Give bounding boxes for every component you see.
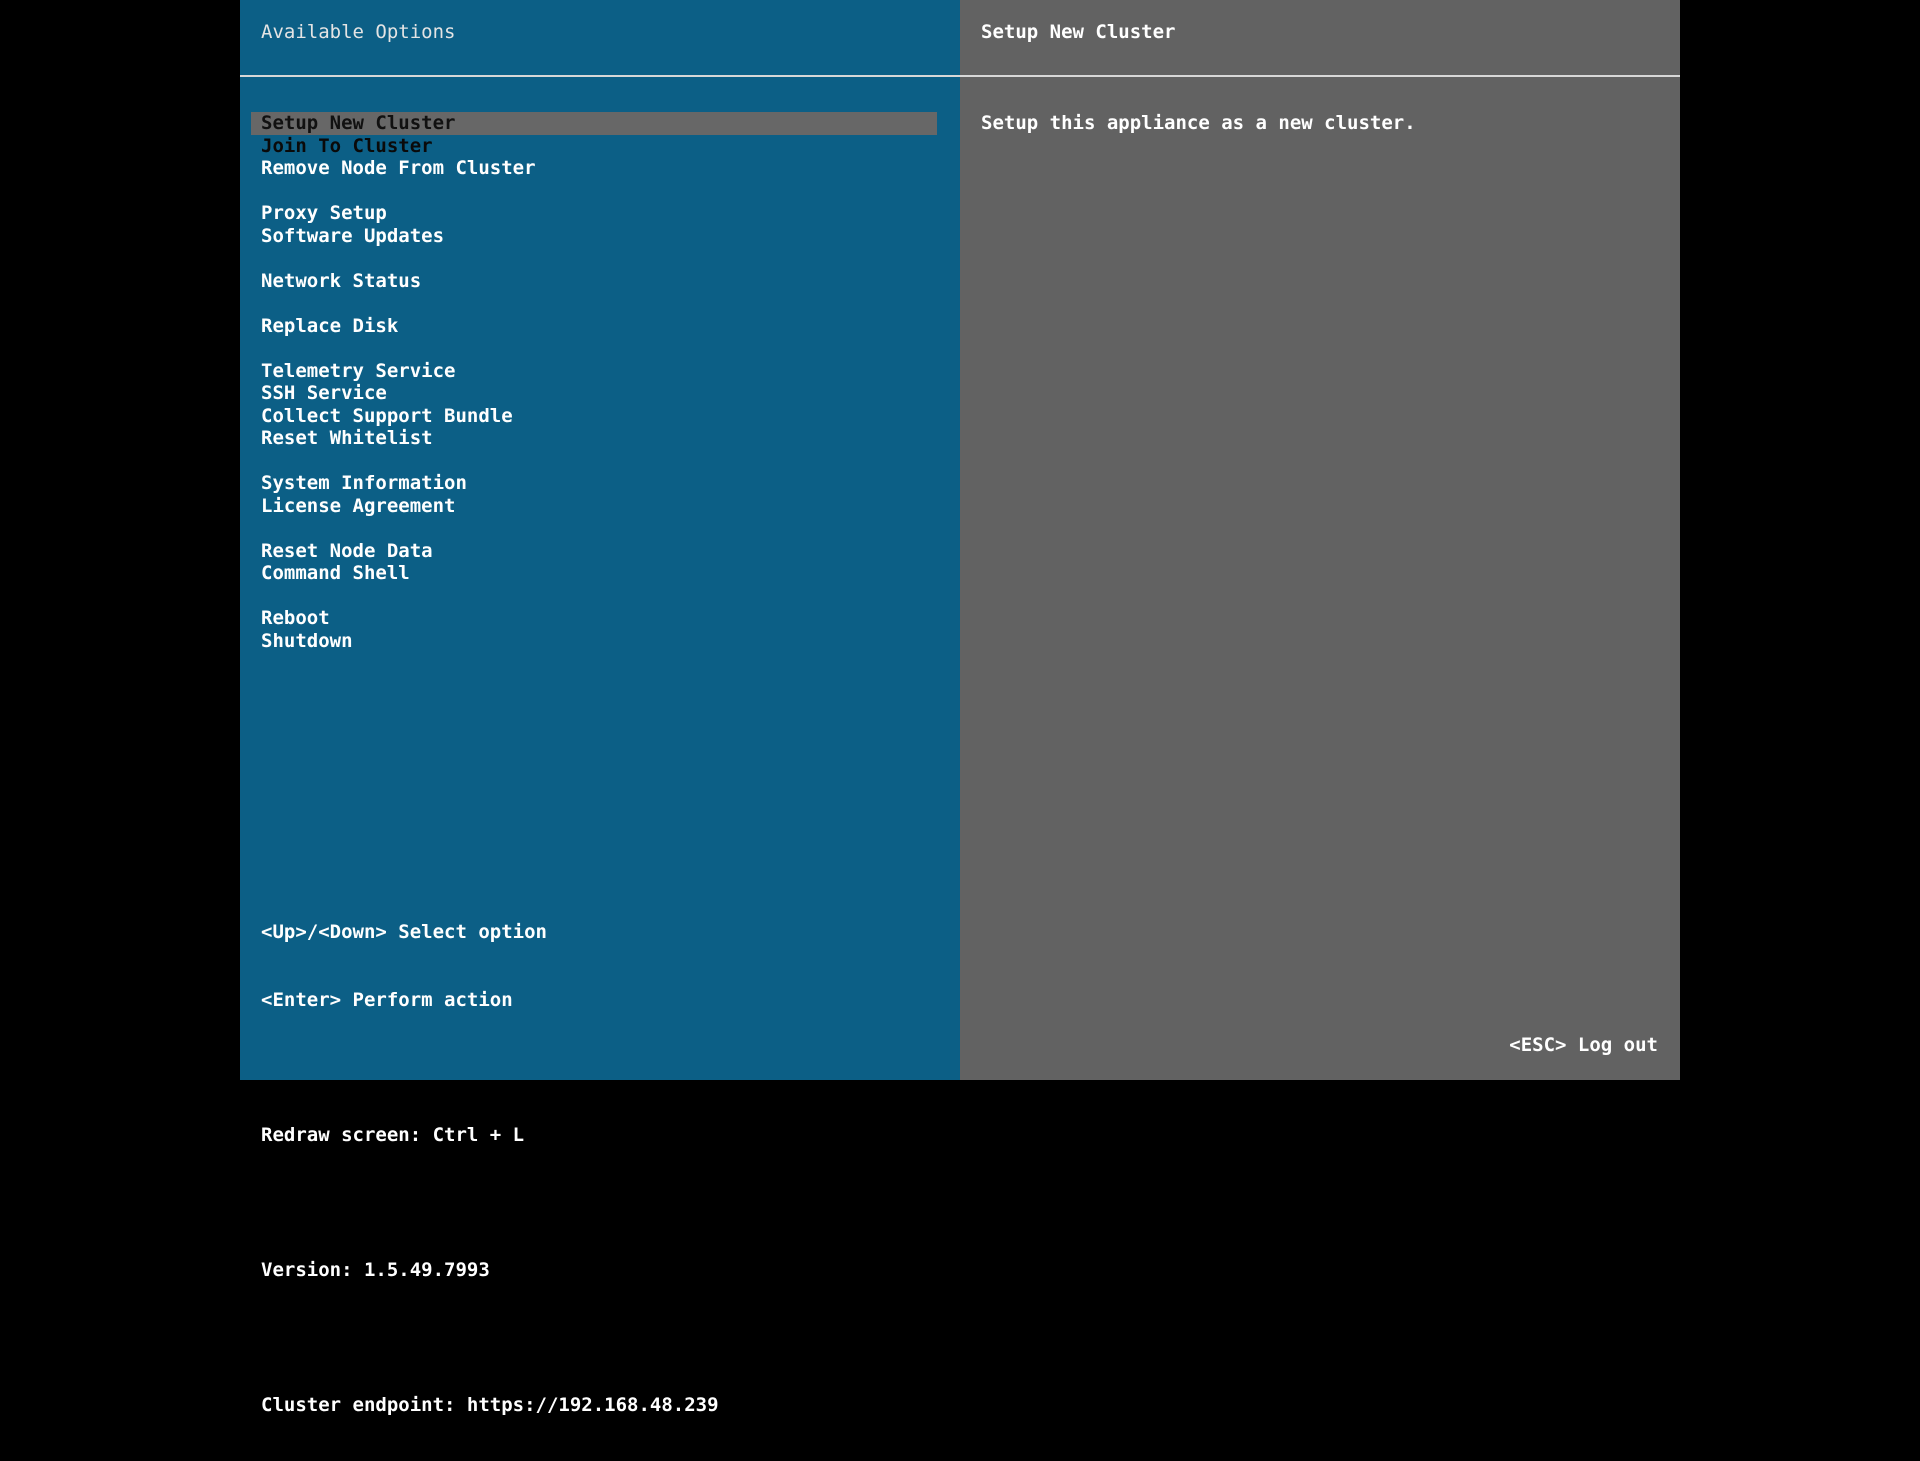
menu-separator: [251, 337, 937, 360]
menu-separator: [251, 517, 937, 540]
menu-item-proxy-setup[interactable]: Proxy Setup: [251, 202, 937, 225]
options-pane: Available Options Setup New Cluster Join …: [240, 0, 960, 1416]
help-panel: <Up>/<Down> Select option <Enter> Perfor…: [261, 876, 719, 1461]
logout-hint[interactable]: <ESC> Log out: [1509, 1034, 1658, 1056]
cluster-endpoint: Cluster endpoint: https://192.168.48.239: [261, 1393, 719, 1416]
details-header: Setup New Cluster: [960, 0, 1680, 77]
menu-item-remove-node-from-cluster[interactable]: Remove Node From Cluster: [251, 157, 937, 180]
menu-item-join-to-cluster[interactable]: Join To Cluster: [251, 135, 937, 158]
menu-separator: [251, 292, 937, 315]
help-perform: <Enter> Perform action: [261, 988, 513, 1011]
menu-item-command-shell[interactable]: Command Shell: [251, 562, 937, 585]
menu-item-reset-node-data[interactable]: Reset Node Data: [251, 540, 937, 563]
menu-item-reboot[interactable]: Reboot: [251, 607, 937, 630]
menu-item-reset-whitelist[interactable]: Reset Whitelist: [251, 427, 937, 450]
menu-separator: [251, 450, 937, 473]
menu-item-telemetry-service[interactable]: Telemetry Service: [251, 360, 937, 383]
menu-item-setup-new-cluster[interactable]: Setup New Cluster: [251, 112, 937, 135]
menu-item-shutdown[interactable]: Shutdown: [251, 630, 937, 653]
menu-item-collect-support-bundle[interactable]: Collect Support Bundle: [251, 405, 937, 428]
menu-separator: [251, 585, 937, 608]
menu-item-network-status[interactable]: Network Status: [251, 270, 937, 293]
help-redraw: Redraw screen: Ctrl + L: [261, 1123, 525, 1146]
menu-item-ssh-service[interactable]: SSH Service: [251, 382, 937, 405]
menu-separator: [251, 247, 937, 270]
options-menu: Setup New Cluster Join To Cluster Remove N…: [251, 112, 937, 652]
version-text: Version: 1.5.49.7993: [261, 1258, 490, 1281]
help-navigate: <Up>/<Down> Select option: [261, 921, 547, 943]
option-description: Setup this appliance as a new cluster.: [981, 112, 1416, 134]
menu-item-software-updates[interactable]: Software Updates: [251, 225, 937, 248]
options-title: Available Options: [261, 21, 456, 43]
details-pane: Setup New Cluster Setup this appliance a…: [960, 0, 1680, 1080]
options-header: Available Options: [240, 0, 960, 77]
menu-item-replace-disk[interactable]: Replace Disk: [251, 315, 937, 338]
menu-separator: [251, 180, 937, 203]
menu-item-license-agreement[interactable]: License Agreement: [251, 495, 937, 518]
console-window: Available Options Setup New Cluster Join …: [240, 0, 1680, 1416]
details-title: Setup New Cluster: [981, 21, 1176, 43]
menu-item-system-information[interactable]: System Information: [251, 472, 937, 495]
